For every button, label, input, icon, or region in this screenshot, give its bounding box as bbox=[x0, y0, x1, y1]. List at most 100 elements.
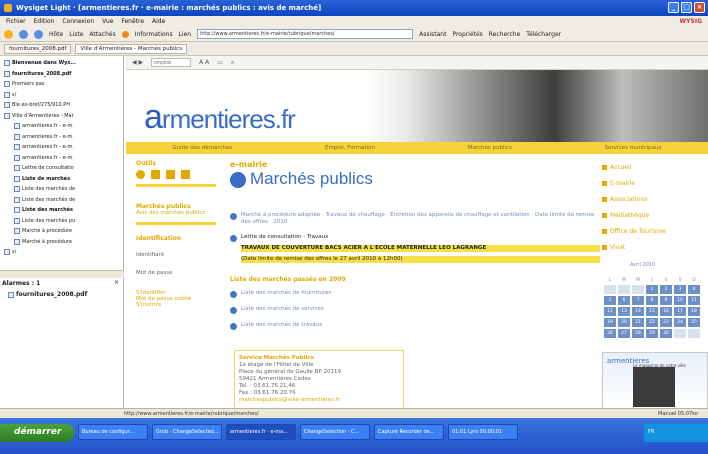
link-associations[interactable]: Associations bbox=[602, 196, 647, 203]
calendar-date[interactable]: 23 bbox=[660, 318, 672, 327]
mail-icon[interactable] bbox=[166, 170, 175, 179]
taskbar-item[interactable]: armentieres.fr · e-ma... bbox=[226, 424, 296, 440]
calendar-date[interactable]: 24 bbox=[674, 318, 686, 327]
url-input[interactable]: http://www.armentieres.fr/e-mairie/rubri… bbox=[197, 29, 414, 39]
avis-marches-link[interactable]: Avis des marchés publics bbox=[136, 210, 226, 216]
calendar-date[interactable]: 26 bbox=[604, 329, 616, 338]
minimize-button[interactable]: _ bbox=[668, 2, 679, 13]
menu-vue[interactable]: Vue bbox=[102, 18, 113, 25]
sidebar-tree-item[interactable]: Marché à procédure bbox=[14, 228, 72, 234]
calendar-date[interactable]: 20 bbox=[618, 318, 630, 327]
list-fournitures[interactable]: Liste des marchés de fournitures bbox=[230, 290, 331, 298]
sinscrire-link[interactable]: S'inscrire bbox=[136, 302, 226, 308]
menu-aide[interactable]: Aide bbox=[152, 18, 165, 25]
host-button[interactable]: Hôte bbox=[49, 31, 63, 38]
sidebar-tree-item[interactable]: s/ bbox=[4, 91, 16, 98]
filter-icon[interactable] bbox=[181, 170, 190, 179]
sidebar-tree-item[interactable]: Lettre de consultatio bbox=[14, 165, 74, 171]
calendar-date[interactable]: 21 bbox=[632, 318, 644, 327]
sidebar-tree-item[interactable]: armentieres.fr - e-m. bbox=[14, 144, 74, 150]
assistant-button[interactable]: Assistant bbox=[419, 31, 446, 38]
contact-email-link[interactable]: marchespublics@ville-armentieres.fr bbox=[239, 397, 399, 404]
proprietes-button[interactable]: Propriétés bbox=[452, 31, 482, 38]
taskbar-item[interactable]: ChangeSelection · C... bbox=[300, 424, 370, 440]
taskbar-item[interactable]: Grub · ChangeSelected... bbox=[152, 424, 222, 440]
back-icon[interactable] bbox=[19, 29, 28, 39]
link-accueil[interactable]: Accueil bbox=[602, 164, 631, 171]
menu-fenetre[interactable]: Fenêtre bbox=[121, 18, 144, 25]
nav-back-icon[interactable]: ◀ ▶ bbox=[132, 59, 143, 66]
sidebar-scrollbar[interactable] bbox=[0, 270, 124, 278]
calendar-date[interactable]: 27 bbox=[618, 329, 630, 338]
calendar-date[interactable]: 13 bbox=[618, 307, 630, 316]
link-emairie[interactable]: E-mairie bbox=[602, 180, 635, 187]
taskbar-item[interactable]: Bureau de configur... bbox=[78, 424, 148, 440]
home-icon[interactable] bbox=[4, 29, 13, 39]
sidebar-tree-item[interactable]: s/ bbox=[4, 249, 16, 255]
link-tourisme[interactable]: Office de Tourisme bbox=[602, 228, 666, 235]
calendar-date[interactable]: 7 bbox=[632, 296, 644, 305]
sidebar-tree-item[interactable]: fournitures_2008.pdf bbox=[4, 70, 71, 77]
forward-icon[interactable] bbox=[34, 29, 43, 39]
calendar-date[interactable]: 10 bbox=[674, 296, 686, 305]
calendar-date[interactable]: 3 bbox=[674, 285, 686, 294]
calendar-date[interactable]: 25 bbox=[688, 318, 700, 327]
calendar-date[interactable]: 28 bbox=[632, 329, 644, 338]
calendar-date[interactable]: 22 bbox=[646, 318, 658, 327]
site-logo[interactable]: armentieres.fr bbox=[144, 98, 296, 137]
tab-fournitures[interactable]: fournitures_2008.pdf bbox=[4, 43, 72, 54]
calendar-date[interactable]: 5 bbox=[604, 296, 616, 305]
calendar-date[interactable]: 30 bbox=[660, 329, 672, 338]
menu-connexion[interactable]: Connexion bbox=[62, 18, 94, 25]
calendar-date[interactable]: 18 bbox=[688, 307, 700, 316]
calendar-date[interactable]: 4 bbox=[688, 285, 700, 294]
start-button[interactable]: démarrer bbox=[0, 424, 74, 442]
calendar-date[interactable]: 14 bbox=[632, 307, 644, 316]
menu-edition[interactable]: Edition bbox=[34, 18, 55, 25]
sidebar-tree-item[interactable]: Ble.ex-bref/275/910.PH bbox=[4, 102, 70, 108]
list-travaux[interactable]: Liste des marchés de travaux bbox=[230, 322, 322, 330]
attaches-button[interactable]: Attachés bbox=[89, 31, 115, 38]
sidebar-tree-item[interactable]: Bienvenue dans Wys... bbox=[4, 60, 76, 66]
liste-button[interactable]: Liste bbox=[69, 31, 83, 38]
alarmes-item[interactable]: fournitures_2008.pdf bbox=[8, 291, 87, 298]
maximize-button[interactable]: □ bbox=[681, 2, 692, 13]
tab-marches-publics[interactable]: Ville d'Armentières - Marchés publics bbox=[75, 43, 188, 54]
sidebar-tree-item[interactable]: Ville d'Armentières - Mar bbox=[4, 112, 74, 119]
calendar-date[interactable]: 16 bbox=[660, 307, 672, 316]
calendar-date[interactable]: 9 bbox=[660, 296, 672, 305]
link-vivat[interactable]: Vivat bbox=[602, 244, 625, 251]
calendar-date[interactable]: 15 bbox=[646, 307, 658, 316]
calendar-date[interactable]: 19 bbox=[604, 318, 616, 327]
content-search-input[interactable] bbox=[151, 58, 192, 67]
alarmes-close-icon[interactable]: × bbox=[114, 279, 119, 286]
calendar-date[interactable]: 12 bbox=[604, 307, 616, 316]
entry-couverture[interactable]: Lettre de consultation - Travaux TRAVAUX… bbox=[230, 234, 600, 263]
promo-box[interactable]: armentieres Le magazine de votre ville bbox=[602, 352, 708, 408]
calendar-date[interactable]: 29 bbox=[646, 329, 658, 338]
sidebar-tree-item[interactable]: Liste de marchés bbox=[14, 175, 70, 182]
sidebar-tree-item[interactable]: Liste des marchés de bbox=[14, 186, 75, 192]
sidebar-tree-item[interactable]: armentieres.fr - e-m. bbox=[14, 154, 74, 161]
menu-fichier[interactable]: Fichier bbox=[6, 18, 26, 25]
calendar-date[interactable]: 6 bbox=[618, 296, 630, 305]
nav-guide-demarches[interactable]: Guide des démarches bbox=[172, 145, 232, 151]
nav-services-municipaux[interactable]: Services municipaux bbox=[605, 145, 662, 151]
calendar-date[interactable]: 11 bbox=[688, 296, 700, 305]
close-button[interactable]: × bbox=[694, 2, 705, 13]
calendar-date[interactable]: 17 bbox=[674, 307, 686, 316]
link-mediatheque[interactable]: Médiathèque bbox=[602, 212, 649, 219]
list-services[interactable]: Liste des marchés de services bbox=[230, 306, 324, 314]
calendar-date[interactable]: 8 bbox=[646, 296, 658, 305]
taskbar-item[interactable]: 01:01 Lyrs 00:00:01 bbox=[448, 424, 518, 440]
nav-marches-publics[interactable]: Marchés publics bbox=[468, 145, 512, 151]
sidebar-tree-item[interactable]: armentieres.fr - e-m. bbox=[14, 123, 74, 129]
informations-button[interactable]: Informations bbox=[135, 31, 173, 38]
sidebar-tree-item[interactable]: Liste des marchés bbox=[14, 207, 73, 213]
zoom-icon[interactable]: ⌕ bbox=[231, 59, 234, 67]
sidebar-tree-item[interactable]: armentieres.fr - e-m. bbox=[14, 133, 74, 140]
print-icon[interactable] bbox=[151, 170, 160, 179]
sidebar-tree-item[interactable]: Marché à procédure bbox=[14, 238, 72, 245]
print-icon[interactable]: ▭ bbox=[217, 59, 223, 66]
nav-emploi-formation[interactable]: Emploi, Formation bbox=[325, 145, 375, 151]
